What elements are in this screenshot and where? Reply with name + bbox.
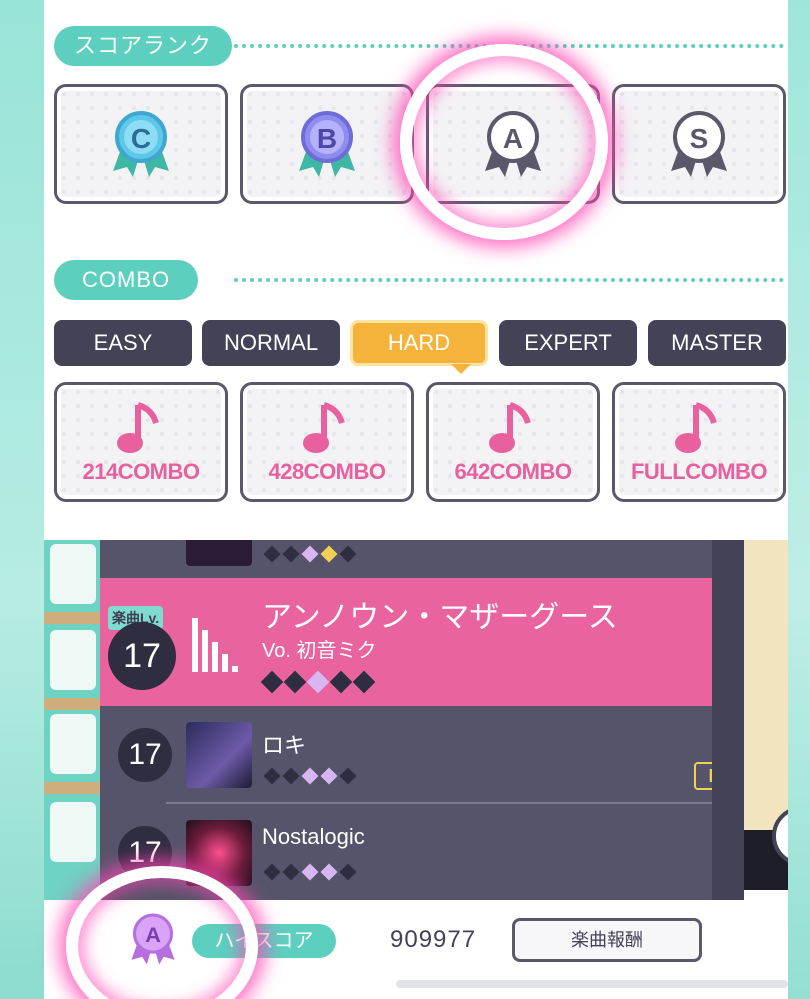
rank-tile-c[interactable]: C	[54, 84, 228, 204]
selected-song-level: 17	[108, 622, 176, 690]
left-background-strip	[0, 0, 44, 999]
medal-c-letter: C	[131, 123, 151, 154]
rewards-panel: スコアランク C B A S COMBO EASY NORMAL HARD EX…	[44, 0, 788, 540]
combo-reward-label: 428COMBO	[268, 459, 386, 484]
side-menu-divider	[44, 612, 100, 624]
side-menu-item[interactable]	[50, 802, 96, 862]
medal-s-letter: S	[690, 123, 709, 154]
active-tab-pointer	[451, 364, 471, 374]
list-scroll-track	[712, 540, 744, 900]
side-menu-item[interactable]	[50, 630, 96, 690]
tab-master[interactable]: MASTER	[648, 320, 786, 366]
song-level: 17	[118, 728, 172, 782]
medal-s-icon: S	[671, 111, 727, 177]
side-menu-divider	[44, 698, 100, 710]
combo-reward-label: FULLCOMBO	[630, 459, 768, 484]
medal-b-letter: B	[317, 123, 337, 154]
combo-reward-tile[interactable]: 428COMBO	[240, 382, 414, 502]
difficulty-diamonds	[263, 863, 357, 881]
rank-tile-b[interactable]: B	[240, 84, 414, 204]
difficulty-diamonds	[263, 767, 357, 785]
tab-expert[interactable]: EXPERT	[499, 320, 637, 366]
medal-b-icon: B	[299, 111, 355, 177]
detail-panel-edge	[744, 540, 788, 860]
combo-reward-label: 214COMBO	[82, 459, 200, 484]
high-score-value: 909977	[390, 926, 477, 953]
song-jacket	[186, 540, 252, 566]
selected-song-vocalist: Vo. 初音ミク	[262, 640, 377, 662]
tab-hard[interactable]: HARD	[350, 320, 488, 366]
highlight-ring	[400, 44, 608, 240]
music-note-icon	[303, 402, 345, 453]
score-rank-section-label: スコアランク	[54, 26, 233, 66]
combo-reward-tile[interactable]: FULLCOMBO	[612, 382, 786, 502]
game-side-menu	[44, 540, 100, 900]
selected-song-title: アンノウン・マザーグース	[262, 601, 618, 634]
selected-song-row[interactable]: 楽曲Lv. 17 アンノウン・マザーグース Vo. 初音ミク	[100, 578, 712, 706]
music-note-icon	[489, 402, 531, 453]
tab-normal[interactable]: NORMAL	[202, 320, 340, 366]
song-title: ロキ	[262, 733, 307, 758]
horizontal-scrollbar[interactable]	[396, 980, 788, 988]
row-divider	[166, 802, 758, 804]
music-note-icon	[675, 402, 717, 453]
song-title: Nostalogic	[262, 824, 365, 849]
combo-section-label: COMBO	[54, 260, 199, 300]
side-menu-divider	[44, 782, 100, 794]
right-background-strip	[788, 0, 810, 999]
side-menu-item[interactable]	[50, 544, 96, 604]
combo-reward-tile[interactable]: 214COMBO	[54, 382, 228, 502]
rank-tile-s[interactable]: S	[612, 84, 786, 204]
medal-c-icon: C	[113, 111, 169, 177]
difficulty-diamonds	[263, 545, 357, 563]
song-reward-button[interactable]: 楽曲報酬	[512, 918, 702, 962]
side-menu-item[interactable]	[50, 714, 96, 774]
preview-bars-icon	[192, 616, 238, 672]
difficulty-diamonds	[260, 670, 376, 694]
music-note-icon	[117, 402, 159, 453]
song-jacket	[186, 722, 252, 788]
section-divider	[234, 278, 784, 282]
tab-easy[interactable]: EASY	[54, 320, 192, 366]
combo-reward-label: 642COMBO	[454, 459, 572, 484]
combo-reward-tile[interactable]: 642COMBO	[426, 382, 600, 502]
